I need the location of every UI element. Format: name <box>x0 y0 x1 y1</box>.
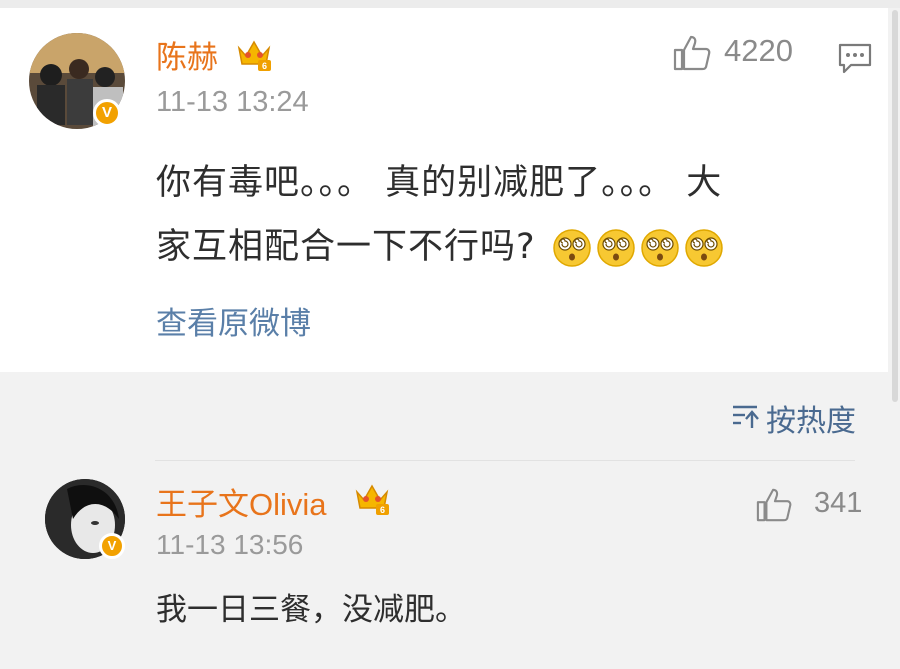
reply-like-count[interactable]: 341 <box>814 487 862 520</box>
comment-text-line2: 家互相配合一下不行吗? <box>156 227 536 267</box>
reply-text: 我一日三餐，没减肥。 <box>156 592 466 628</box>
reply-verified-badge-icon: V <box>99 533 125 559</box>
svg-text:6: 6 <box>262 61 267 71</box>
thumbs-up-icon[interactable] <box>672 34 712 72</box>
comment-author[interactable]: 陈赫 <box>156 32 218 77</box>
dizzy-face-icon <box>640 229 679 267</box>
svg-text:6: 6 <box>380 505 385 515</box>
sort-by-hot-button[interactable]: 按热度 <box>766 396 856 440</box>
reply-timestamp: 11-13 13:56 <box>156 529 304 560</box>
verified-badge-icon: V <box>93 99 121 127</box>
like-count[interactable]: 4220 <box>724 33 793 69</box>
view-original-post-link[interactable]: 查看原微博 <box>156 298 311 343</box>
comment-text-line2-row: 家互相配合一下不行吗? <box>156 218 724 269</box>
comment-timestamp: 11-13 13:24 <box>156 86 309 118</box>
top-divider <box>0 0 900 8</box>
reply-comment-icon[interactable] <box>837 42 873 74</box>
section-divider <box>155 460 855 461</box>
scrollbar[interactable] <box>892 10 898 402</box>
reply-thumbs-up-icon[interactable] <box>755 487 793 523</box>
reply-author[interactable]: 王子文Olivia <box>156 479 327 524</box>
dizzy-face-icon <box>684 229 723 267</box>
sort-icon[interactable] <box>731 403 761 429</box>
crown-level-icon: 6 <box>237 40 271 71</box>
emoji-row <box>548 227 724 267</box>
comment-text-line1: 你有毒吧。。。 真的别减肥了。。。 大 <box>156 163 723 203</box>
dizzy-face-icon <box>552 229 591 267</box>
dizzy-face-icon <box>596 229 635 267</box>
reply-crown-level-icon: 6 <box>355 484 389 515</box>
